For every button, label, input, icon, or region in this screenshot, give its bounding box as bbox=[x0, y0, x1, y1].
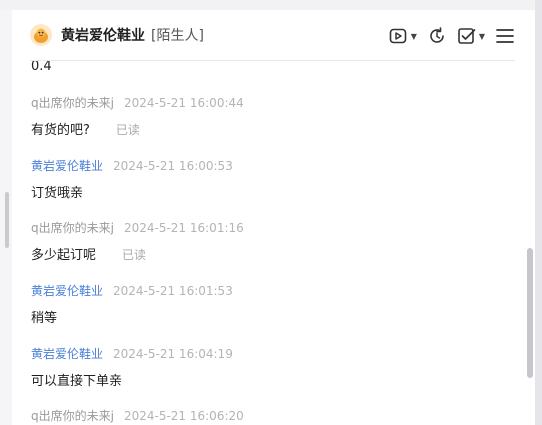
right-edge bbox=[535, 0, 542, 425]
header-toolbar: ▼ ▼ bbox=[389, 26, 515, 46]
sender-name[interactable]: 黄岩爱伦鞋业 bbox=[31, 347, 103, 361]
refresh-icon bbox=[430, 27, 444, 43]
message-time: 2024-5-21 16:00:53 bbox=[113, 159, 233, 173]
check-square-icon bbox=[458, 28, 476, 44]
menu-button[interactable] bbox=[495, 27, 515, 45]
chevron-down-icon: ▼ bbox=[410, 31, 417, 41]
sender-name[interactable]: q出席你的未来j bbox=[31, 409, 114, 423]
message-item: q出席你的未来j 2024-5-21 16:06:20 bbox=[31, 407, 244, 424]
message-time: 2024-5-21 16:00:44 bbox=[123, 96, 244, 110]
video-menu-button[interactable]: ▼ bbox=[389, 27, 417, 45]
message-text: 订货哦亲 bbox=[31, 186, 84, 201]
left-panel bbox=[0, 10, 12, 425]
message-time: 2024-5-21 16:06:20 bbox=[123, 409, 244, 423]
message-text: 0.4 bbox=[31, 61, 52, 74]
chevron-down-icon: ▼ bbox=[478, 31, 485, 41]
read-status: 已读 bbox=[122, 248, 147, 262]
message-item: 黄岩爱伦鞋业 2024-5-21 16:04:19 可以直接下单亲 bbox=[31, 345, 233, 389]
message-item: q出席你的未来j 2024-5-21 16:01:16 多少起订呢 已读 bbox=[31, 219, 244, 263]
message-scrollbar[interactable] bbox=[527, 248, 533, 378]
refresh-button[interactable] bbox=[427, 26, 447, 46]
message-item: 黄岩爱伦鞋业 2024-5-21 16:00:53 订货哦亲 bbox=[31, 157, 233, 201]
sender-name[interactable]: 黄岩爱伦鞋业 bbox=[31, 159, 103, 173]
message-list[interactable]: 0.4 q出席你的未来j 2024-5-21 16:00:44 有货的吧? 已读 黄… bbox=[12, 61, 522, 425]
menu-icon bbox=[496, 29, 514, 43]
message-item: 黄岩爱伦鞋业 2024-5-21 16:01:53 稍等 bbox=[31, 282, 233, 326]
stranger-tag: [陌生人] bbox=[151, 28, 204, 44]
sender-name[interactable]: q出席你的未来j bbox=[31, 221, 114, 235]
message-time: 2024-5-21 16:04:19 bbox=[113, 347, 233, 361]
message-item: q出席你的未来j 2024-5-21 16:00:44 有货的吧? 已读 bbox=[31, 94, 244, 138]
message-item: 0.4 bbox=[31, 61, 52, 74]
message-text: 可以直接下单亲 bbox=[31, 374, 123, 389]
sender-name[interactable]: 黄岩爱伦鞋业 bbox=[31, 284, 103, 298]
message-text: 有货的吧? bbox=[31, 123, 90, 138]
shop-name: 黄岩爱伦鞋业 bbox=[61, 28, 145, 44]
chat-header: 黄岩爱伦鞋业 [陌生人] ▼ ▼ bbox=[12, 10, 535, 60]
read-status: 已读 bbox=[115, 123, 140, 137]
top-strip bbox=[0, 0, 542, 10]
message-time: 2024-5-21 16:01:16 bbox=[123, 221, 244, 235]
video-icon bbox=[389, 28, 406, 44]
sender-name[interactable]: q出席你的未来j bbox=[31, 96, 114, 110]
message-time: 2024-5-21 16:01:53 bbox=[113, 284, 233, 298]
shop-avatar-icon[interactable] bbox=[30, 24, 52, 46]
check-menu-button[interactable]: ▼ bbox=[457, 26, 485, 46]
message-text: 多少起订呢 bbox=[31, 248, 97, 263]
message-text: 稍等 bbox=[31, 311, 58, 326]
left-scrollbar[interactable] bbox=[5, 192, 9, 248]
